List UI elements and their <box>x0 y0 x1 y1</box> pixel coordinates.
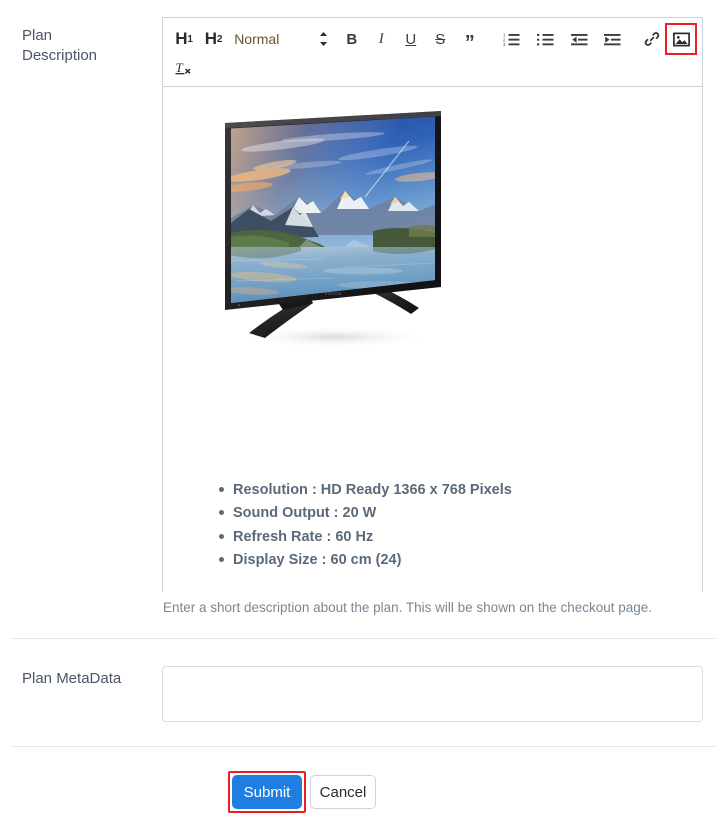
clear-formatting-icon: T <box>175 60 193 77</box>
plan-metadata-label: Plan MetaData <box>22 670 122 687</box>
plan-description-label-line1: Plan <box>22 27 53 44</box>
format-picker-value: Normal <box>234 31 280 47</box>
link-button[interactable] <box>639 26 665 52</box>
bold-label: B <box>346 30 358 48</box>
heading-1-label: H <box>175 29 188 48</box>
list-item: Sound Output : 20 W <box>219 502 551 524</box>
image-icon <box>672 32 690 47</box>
format-picker[interactable]: Normal <box>234 26 328 52</box>
clear-formatting-button[interactable]: T <box>171 55 197 81</box>
updown-arrow-icon <box>319 31 328 47</box>
strikethrough-label: S <box>435 30 446 48</box>
plan-description-label: Plan Description <box>22 26 152 67</box>
image-button[interactable] <box>665 23 698 55</box>
svg-text:3: 3 <box>503 42 506 47</box>
spec-list: Resolution : HD Ready 1366 x 768 Pixels … <box>211 479 551 573</box>
plan-description-help-text: Enter a short description about the plan… <box>163 600 653 615</box>
section-divider <box>10 638 716 639</box>
tv-product-image[interactable]: VISION <box>213 105 458 350</box>
indent-icon <box>604 32 621 47</box>
bullet-list-icon <box>537 32 554 47</box>
heading-1-sub: 1 <box>187 33 193 45</box>
plan-metadata-input[interactable] <box>162 666 703 722</box>
editor-content-area[interactable]: VISION Resolution : HD Ready 1366 x 768 … <box>163 87 702 592</box>
indent-button[interactable] <box>600 26 626 52</box>
heading-1-button[interactable]: H1 <box>171 26 197 52</box>
ordered-list-button[interactable]: 1 2 3 <box>499 26 525 52</box>
link-icon <box>644 31 660 47</box>
strikethrough-button[interactable]: S <box>427 26 453 52</box>
italic-label: I <box>378 30 384 47</box>
heading-2-sub: 2 <box>216 33 223 45</box>
blockquote-label: ” <box>464 32 475 54</box>
underline-button[interactable]: U <box>398 26 424 52</box>
actions-divider <box>10 746 716 747</box>
outdent-icon <box>570 32 588 47</box>
blockquote-button[interactable]: ” <box>457 26 483 54</box>
list-item: Refresh Rate : 60 Hz <box>219 526 551 548</box>
rich-text-editor: H1 H2 Normal B I U S ” 1 2 3 T VISION Re… <box>162 17 703 592</box>
list-item: Display Size : 60 cm (24) <box>219 549 551 571</box>
plan-form-page: Plan Description H1 H2 Normal B I U S ” … <box>0 0 726 833</box>
outdent-button[interactable] <box>566 26 592 52</box>
heading-2-label: H <box>204 29 217 48</box>
editor-toolbar: H1 H2 Normal B I U S ” 1 2 3 T <box>163 18 702 87</box>
svg-text:T: T <box>176 60 184 75</box>
list-item: Resolution : HD Ready 1366 x 768 Pixels <box>219 479 551 501</box>
cancel-button[interactable]: Cancel <box>310 775 376 809</box>
bold-button[interactable]: B <box>339 26 365 52</box>
svg-text:VISION: VISION <box>324 291 341 296</box>
submit-button[interactable]: Submit <box>232 775 302 809</box>
bullet-list-button[interactable] <box>533 26 559 52</box>
underline-label: U <box>405 30 417 48</box>
plan-description-label-line2: Description <box>22 47 98 65</box>
italic-button[interactable]: I <box>368 26 394 52</box>
ordered-list-icon: 1 2 3 <box>503 32 520 47</box>
heading-2-button[interactable]: H2 <box>201 26 227 52</box>
